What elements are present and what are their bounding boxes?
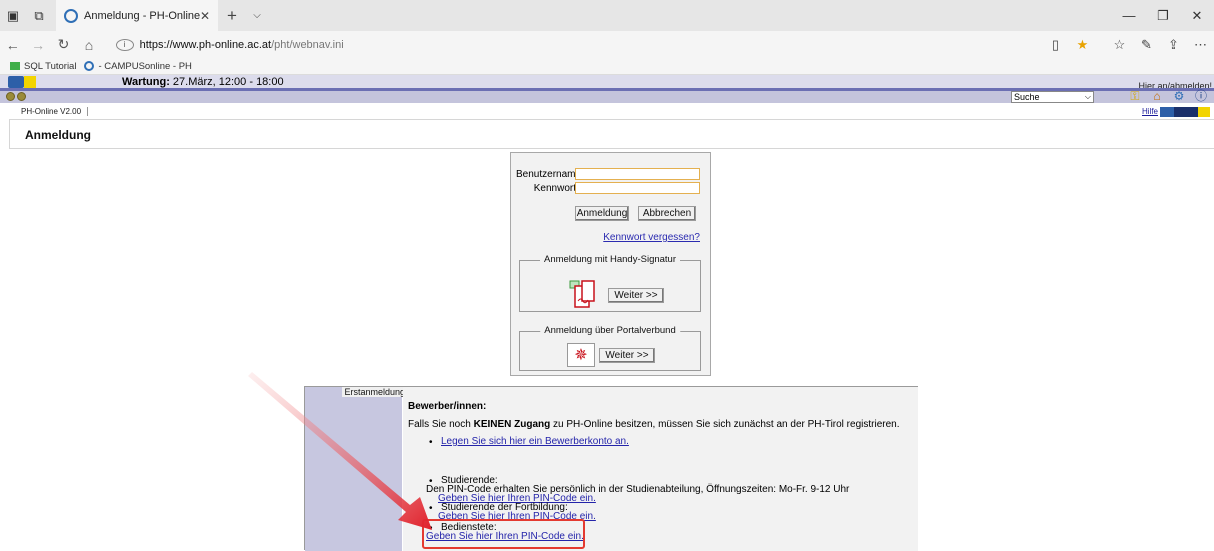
portal-legend: Anmeldung über Portalverbund — [540, 325, 680, 336]
page-title: Anmeldung — [25, 128, 91, 142]
forward-icon[interactable]: → — [25, 37, 50, 53]
applicants-heading: Bewerber/innen: — [408, 401, 487, 412]
refresh-icon[interactable]: ↻ — [51, 36, 76, 53]
bullet: • — [429, 437, 433, 448]
portal-group: Anmeldung über Portalverbund ✵ Weiter >> — [519, 325, 701, 371]
browser-tab[interactable]: Anmeldung - PH-Online ✕ — [56, 0, 218, 31]
annotation-highlight-box — [422, 519, 585, 549]
cancel-button[interactable]: Abbrechen — [638, 206, 696, 221]
favorite-sql-tutorial[interactable]: SQL Tutorial — [10, 61, 76, 72]
ph-logo-icon — [8, 76, 24, 88]
minimize-icon[interactable]: — — [1112, 0, 1146, 31]
home-icon[interactable]: ⌂ — [1146, 90, 1168, 103]
username-input[interactable] — [575, 168, 700, 180]
nav-dot-icon[interactable] — [6, 92, 15, 101]
home-browser-icon[interactable]: ⌂ — [76, 37, 101, 53]
settings-icon[interactable]: ⚙ — [1168, 90, 1190, 103]
reading-view-icon[interactable]: ▯ — [1042, 37, 1069, 53]
close-window-icon[interactable]: ✕ — [1180, 0, 1214, 31]
handy-continue-button[interactable]: Weiter >> — [608, 288, 664, 303]
site-favicon-icon — [64, 8, 78, 23]
key-icon[interactable]: ⚿ — [1124, 90, 1146, 103]
new-tab-icon[interactable]: + — [218, 0, 246, 31]
create-applicant-account-link[interactable]: Legen Sie sich hier ein Bewerberkonto an… — [441, 437, 629, 447]
password-label: Kennwort — [533, 183, 576, 194]
tab-title: Anmeldung - PH-Online — [84, 9, 200, 22]
handy-signature-legend: Anmeldung mit Handy-Signatur — [539, 254, 681, 265]
close-tab-icon[interactable]: ✕ — [200, 9, 210, 23]
sql-favicon-icon — [10, 62, 20, 70]
search-select[interactable]: Suche ⌵ — [1011, 91, 1094, 103]
chevron-down-icon: ⌵ — [1084, 92, 1091, 101]
handy-signature-icon — [569, 280, 595, 308]
set-aside-tabs-icon[interactable]: ⧉ — [26, 0, 52, 31]
favorite-star-icon[interactable]: ★ — [1069, 37, 1096, 53]
password-input[interactable] — [575, 182, 700, 194]
version-row: PH-Online V2.00 Hilfe — [0, 107, 1214, 119]
pen-icon[interactable]: ✎ — [1133, 37, 1160, 53]
erstanmeldung-label: Erstanmeldung — [342, 387, 407, 397]
url-path: /pht/webnav.ini — [271, 38, 344, 51]
applicants-intro: Falls Sie noch KEINEN Zugang zu PH-Onlin… — [408, 419, 900, 430]
back-icon[interactable]: ← — [0, 37, 25, 53]
site-info-icon[interactable]: i — [115, 38, 134, 51]
more-icon[interactable]: ⋯ — [1187, 37, 1214, 53]
tab-list-chevron-icon[interactable]: ⌵ — [246, 0, 268, 31]
erstanmeldung-sidebar: Erstanmeldung — [305, 387, 407, 551]
tab-actions-icon[interactable]: ▣ — [0, 0, 26, 31]
nav-dot-icon[interactable] — [17, 92, 26, 101]
erstanmeldung-panel: Erstanmeldung Bewerber/innen: Falls Sie … — [304, 386, 918, 551]
browser-tab-bar: ▣ ⧉ Anmeldung - PH-Online ✕ + ⌵ — ❐ ✕ — [0, 0, 1214, 31]
favorite-label: - CAMPUSonline - PH — [98, 60, 192, 72]
handy-signature-group: Anmeldung mit Handy-Signatur Weiter >> — [519, 254, 701, 312]
login-button[interactable]: Anmeldung — [575, 206, 629, 221]
favorite-campusonline[interactable]: - CAMPUSonline - PH — [84, 60, 192, 72]
favorites-bar: SQL Tutorial - CAMPUSonline - PH — [0, 58, 1214, 75]
help-link[interactable]: Hilfe — [1142, 107, 1158, 116]
username-label: Benutzername — [516, 169, 582, 180]
login-panel: Benutzername Kennwort Anmeldung Abbreche… — [510, 152, 711, 376]
version-label: PH-Online V2.00 — [21, 107, 89, 116]
favorites-hub-icon[interactable]: ☆ — [1106, 37, 1133, 53]
ph-banner-logo-icon — [1160, 107, 1210, 117]
info-icon[interactable]: ⓘ — [1190, 90, 1212, 103]
favorite-label: SQL Tutorial — [24, 60, 77, 72]
campus-favicon-icon — [84, 61, 95, 71]
window-controls: — ❐ ✕ — [1112, 0, 1214, 31]
ph-logo-yellow-icon — [24, 76, 36, 88]
forgot-password-link[interactable]: Kennwort vergessen? — [603, 232, 700, 243]
restore-icon[interactable]: ❐ — [1146, 0, 1180, 31]
share-icon[interactable]: ⇪ — [1160, 37, 1187, 53]
page-title-box: Anmeldung — [9, 119, 1214, 149]
url-field[interactable]: i https://www.ph-online.ac.at/pht/webnav… — [115, 34, 1042, 55]
url-host: https://www.ph-online.ac.at — [139, 38, 272, 51]
tirol-eagle-icon: ✵ — [567, 343, 595, 367]
address-bar-row: ← → ↻ ⌂ i https://www.ph-online.ac.at/ph… — [0, 31, 1214, 58]
portal-continue-button[interactable]: Weiter >> — [599, 348, 655, 363]
bullet: • — [429, 503, 433, 514]
